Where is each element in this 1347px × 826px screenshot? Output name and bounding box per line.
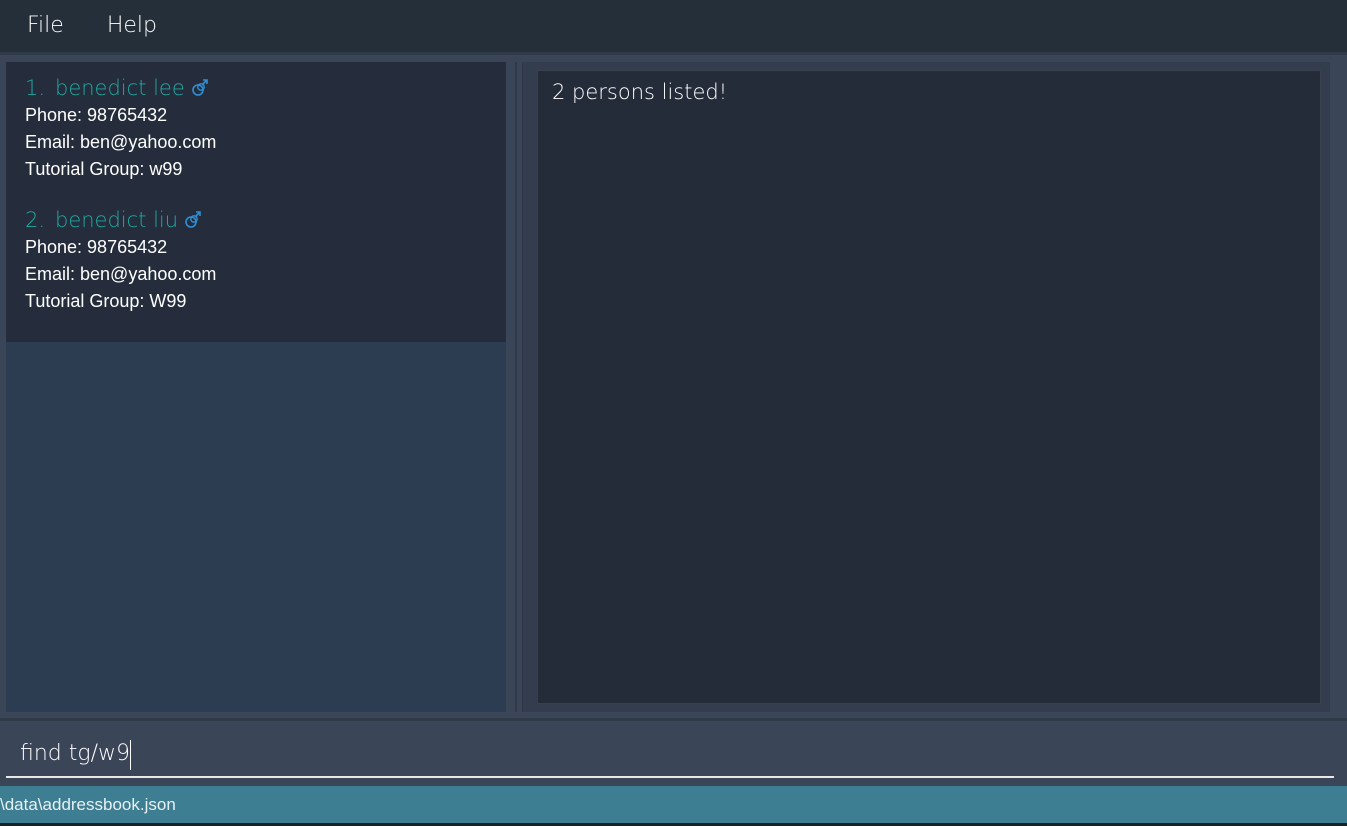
person-name-row: 1. benedict lee (25, 74, 506, 102)
result-message: 2 persons listed! (552, 80, 728, 104)
person-name: benedict liu (55, 208, 179, 232)
person-index: 1. (25, 76, 46, 100)
status-file-path: \data\addressbook.json (0, 795, 176, 814)
person-name-row: 2. benedict liu (25, 206, 506, 234)
person-tutorial-group: Tutorial Group: w99 (25, 159, 183, 179)
command-box (6, 730, 1334, 778)
right-rail (1330, 62, 1347, 712)
person-card[interactable]: 2. benedict liu Phone: 98765432 Email: b… (6, 206, 506, 338)
command-separator (0, 718, 1347, 721)
person-name: benedict lee (55, 76, 185, 100)
person-email: Email: ben@yahoo.com (25, 132, 217, 152)
male-icon (182, 209, 204, 231)
status-bar: \data\addressbook.json (0, 786, 1347, 823)
person-email: Email: ben@yahoo.com (25, 264, 217, 284)
result-display[interactable]: 2 persons listed! (537, 70, 1321, 704)
split-pane-divider[interactable] (515, 62, 517, 712)
person-card[interactable]: 1. benedict lee Phone: 98765432 Email: b… (6, 74, 506, 206)
person-phone: Phone: 98765432 (25, 105, 168, 125)
person-phone: Phone: 98765432 (25, 237, 168, 257)
command-input[interactable] (6, 730, 1334, 776)
person-index: 2. (25, 208, 46, 232)
person-tutorial-group: Tutorial Group: W99 (25, 291, 187, 311)
person-list-panel[interactable]: 1. benedict lee Phone: 98765432 Email: b… (6, 62, 506, 712)
menu-bar: File Help (0, 0, 1347, 52)
menu-file[interactable]: File (27, 15, 64, 37)
menu-separator (0, 52, 1347, 55)
menu-help[interactable]: Help (107, 15, 157, 37)
text-cursor (130, 740, 131, 770)
male-icon (189, 77, 211, 99)
person-list: 1. benedict lee Phone: 98765432 Email: b… (6, 62, 506, 342)
